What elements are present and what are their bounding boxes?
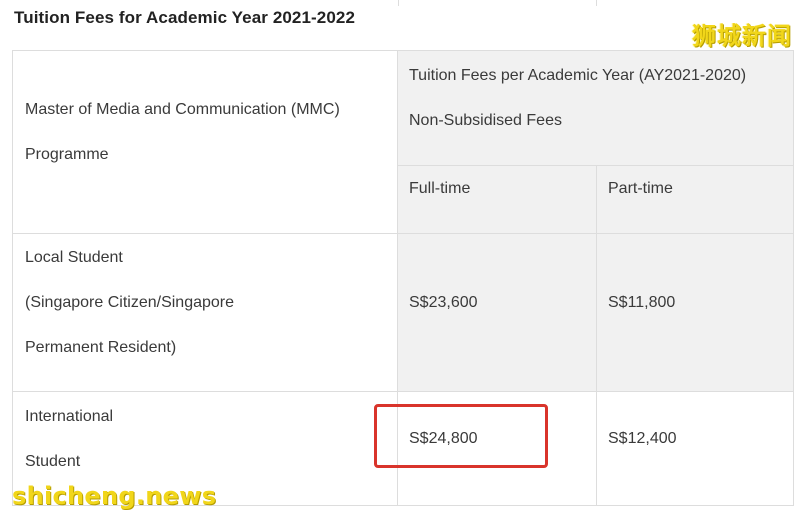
highlight-box: [374, 404, 548, 468]
part-time-header: Part-time: [596, 165, 794, 234]
full-time-label: Full-time: [409, 180, 471, 197]
table-cell-part-time: S$12,400: [596, 391, 794, 506]
fee-value: S$11,800: [608, 294, 676, 311]
watermark-logo: 狮城新闻: [692, 22, 792, 50]
programme-name-line: Master of Media and Communication (MMC): [25, 101, 340, 118]
programme-name-line: Programme: [25, 146, 109, 163]
table-row-label: Local Student (Singapore Citizen/Singapo…: [12, 233, 398, 392]
fees-header-cell: Tuition Fees per Academic Year (AY2021-2…: [397, 50, 794, 166]
table-divider: [596, 0, 597, 6]
part-time-label: Part-time: [608, 180, 673, 197]
fees-title: Tuition Fees per Academic Year (AY2021-2…: [409, 67, 747, 84]
table-divider: [398, 0, 399, 6]
row-label-line: Local Student: [25, 249, 123, 266]
heading: Tuition Fees for Academic Year 2021-2022: [14, 8, 356, 27]
row-label-line: Student: [25, 453, 81, 470]
table-cell-part-time: S$11,800: [596, 233, 794, 392]
programme-header-cell: Master of Media and Communication (MMC) …: [12, 50, 398, 234]
fee-value: S$12,400: [608, 430, 677, 447]
table-cell-full-time: S$23,600: [397, 233, 597, 392]
row-label-line: International: [25, 408, 114, 425]
fees-subtitle: Non-Subsidised Fees: [409, 112, 562, 129]
full-time-header: Full-time: [397, 165, 597, 234]
row-label-line: Permanent Resident): [25, 339, 177, 356]
fee-value: S$23,600: [409, 294, 478, 311]
watermark-logo: shicheng.news: [12, 482, 217, 510]
row-label-line: (Singapore Citizen/Singapore: [25, 294, 235, 311]
